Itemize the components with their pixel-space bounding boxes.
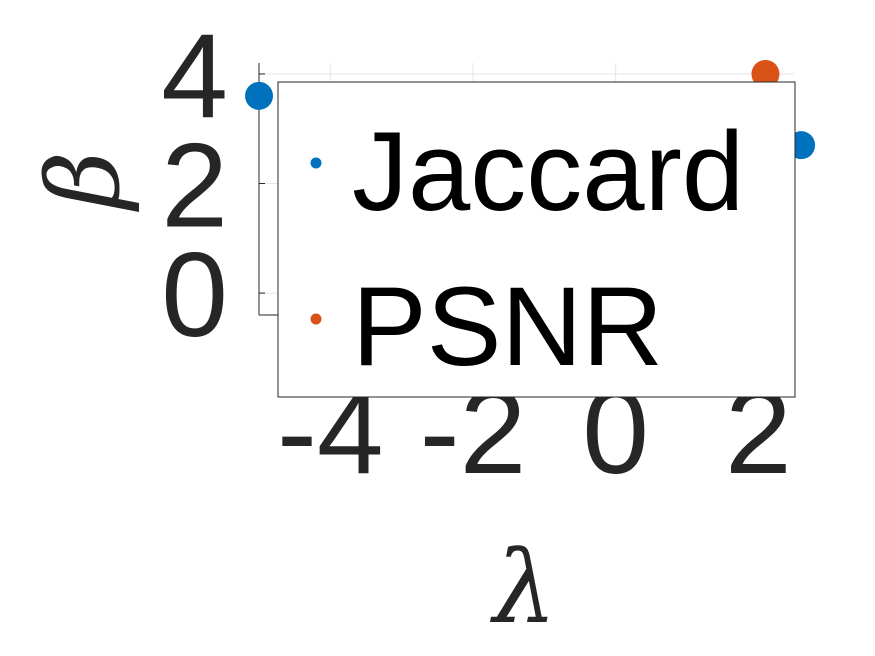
legend: Jaccard PSNR	[277, 81, 796, 398]
legend-label-psnr: PSNR	[352, 264, 663, 389]
scatter-chart: -4 -2 0 2024 λ β Jaccard PSNR	[25, 9, 816, 646]
legend-marker-jaccard	[310, 157, 322, 169]
y-tick-label: 4	[161, 9, 228, 143]
data-point-jaccard	[245, 81, 273, 110]
x-axis-label: λ	[489, 529, 556, 646]
y-axis-label: β	[25, 151, 142, 213]
legend-label-jaccard: Jaccard	[352, 109, 744, 234]
legend-marker-psnr	[310, 313, 322, 325]
